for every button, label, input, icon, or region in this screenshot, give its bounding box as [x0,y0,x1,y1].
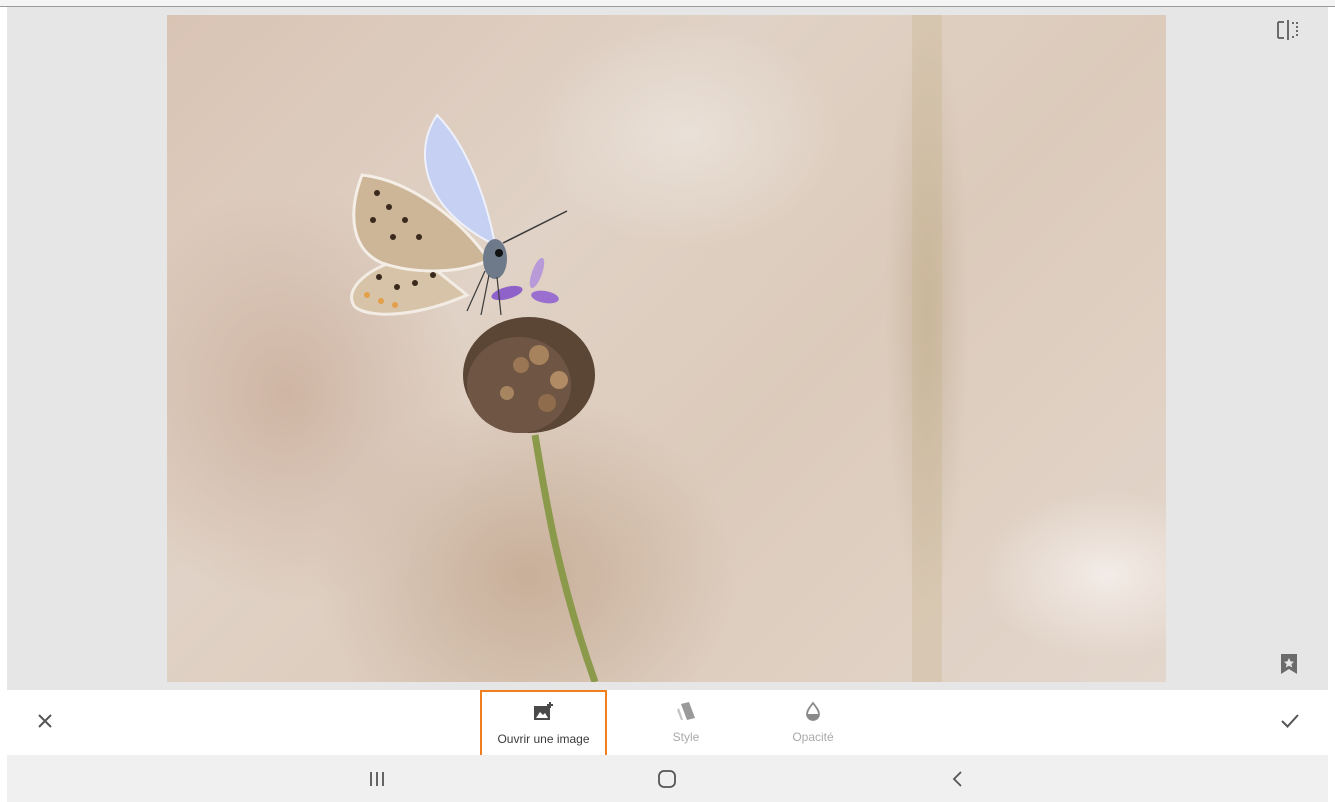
check-icon [1281,714,1299,728]
opacity-label: Opacité [792,730,834,744]
opacity-tool[interactable]: Opacité [778,690,848,755]
add-image-icon [533,702,553,720]
close-icon [38,714,52,728]
style-tool[interactable]: Style [651,690,721,755]
style-layers-icon [677,702,695,720]
open-image-tool[interactable]: Ouvrir une image [480,690,607,759]
opacity-drop-icon [806,701,820,721]
edited-photo[interactable] [167,15,1166,682]
compare-split-icon [1277,20,1298,40]
back-icon [952,771,962,787]
bookmark-star-icon [1281,654,1297,674]
recent-apps-button[interactable] [363,765,391,793]
bottom-toolbar: Ouvrir une image Style Opacité [0,690,1335,759]
back-button[interactable] [944,765,972,793]
bookmark-button[interactable] [1278,652,1300,676]
system-navigation-bar [7,755,1328,802]
home-icon [658,770,676,788]
home-button[interactable] [653,765,681,793]
open-image-label: Ouvrir une image [497,732,590,746]
butterfly-photo-art [350,15,942,682]
style-label: Style [672,730,700,744]
status-edge [0,0,1335,7]
compare-button[interactable] [1274,18,1302,42]
apply-button[interactable] [1275,706,1305,736]
close-button[interactable] [30,706,60,736]
recent-apps-icon [370,772,384,786]
